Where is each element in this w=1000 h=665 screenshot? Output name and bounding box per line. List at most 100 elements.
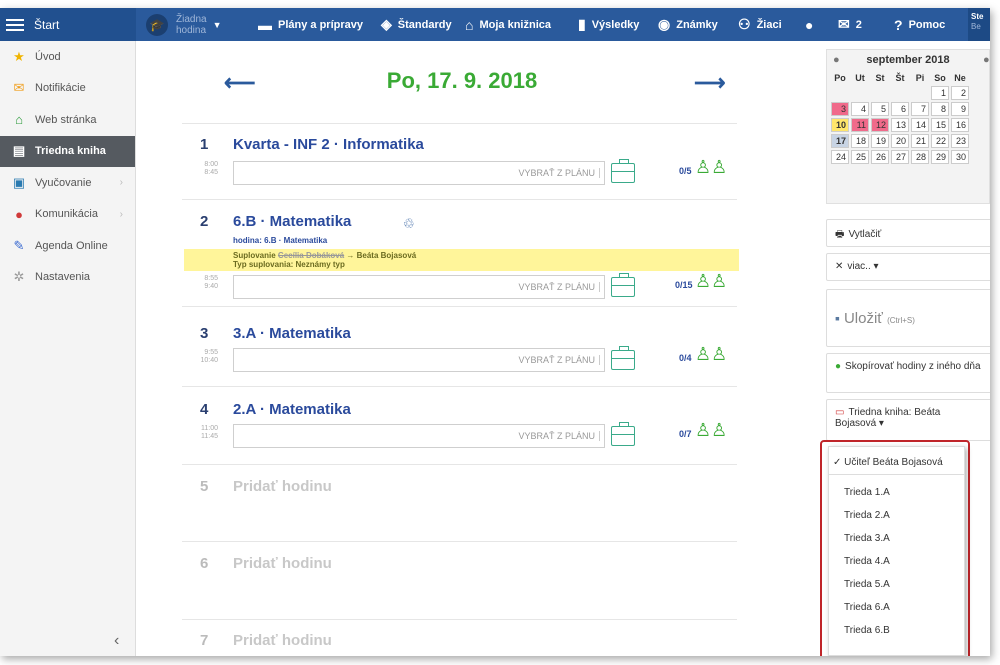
calendar-day[interactable]: 23	[951, 134, 969, 148]
calendar-day[interactable]: 6	[891, 102, 909, 116]
calendar-day[interactable]: 30	[951, 150, 969, 164]
calendar-day[interactable]: 16	[951, 118, 969, 132]
grade-icon: ◉	[658, 16, 671, 32]
calendar-day[interactable]: 29	[931, 150, 949, 164]
sidebar-item-notifikacie[interactable]: ✉ Notifikácie	[0, 73, 135, 105]
briefcase-icon[interactable]	[611, 273, 635, 297]
calendar-day[interactable]: 25	[851, 150, 869, 164]
dropdown-item[interactable]: Trieda 5.A	[829, 573, 964, 596]
start-menu-button[interactable]: Štart	[0, 8, 136, 41]
more-button[interactable]: ✕ viac.. ▾	[826, 253, 990, 281]
dropdown-item[interactable]: Trieda 3.A	[829, 527, 964, 550]
lesson-title[interactable]: 6.B · Matematika	[233, 213, 351, 230]
choose-from-plan-button[interactable]: VYBRAŤ Z PLÁNU	[518, 431, 600, 441]
add-lesson-row-7[interactable]: 7 Pridať hodinu	[182, 630, 737, 656]
calendar-day[interactable]: 11	[851, 118, 869, 132]
lesson-selector[interactable]: 🎓 Žiadna hodina ▼	[146, 8, 222, 41]
calendar-day[interactable]: 14	[911, 118, 929, 132]
copy-lessons-button[interactable]: ● Skopírovať hodiny z iného dňa	[826, 353, 990, 393]
choose-from-plan-button[interactable]: VYBRAŤ Z PLÁNU	[518, 355, 600, 365]
briefcase-icon[interactable]	[611, 159, 635, 183]
calendar-day[interactable]: 8	[931, 102, 949, 116]
hamburger-icon[interactable]	[6, 16, 24, 34]
lesson-topic-field[interactable]: VYBRAŤ Z PLÁNU	[233, 424, 605, 448]
calendar-day[interactable]: 27	[891, 150, 909, 164]
lesson-title[interactable]: 3.A · Matematika	[233, 325, 351, 342]
sidebar-item-nastavenia[interactable]: ✲ Nastavenia	[0, 262, 135, 294]
students-icon[interactable]: ♙♙	[695, 420, 727, 441]
sidebar-item-web[interactable]: ⌂ Web stránka	[0, 104, 135, 136]
lesson-label: Žiadna	[176, 13, 207, 25]
calendar-day[interactable]: 20	[891, 134, 909, 148]
calendar-day[interactable]: 1	[931, 86, 949, 100]
sidebar-item-uvod[interactable]: ★ Úvod	[0, 41, 135, 73]
sidebar-item-vyucovanie[interactable]: ▣ Vyučovanie ›	[0, 167, 135, 199]
calendar-day[interactable]: 15	[931, 118, 949, 132]
tools-icon: ✕	[835, 261, 844, 272]
print-button[interactable]: 🖶 Vytlačiť	[826, 219, 990, 247]
choose-from-plan-button[interactable]: VYBRAŤ Z PLÁNU	[518, 282, 600, 292]
nav-plans[interactable]: ▬ Plány a prípravy	[258, 8, 363, 41]
calendar-day[interactable]: 10	[831, 118, 849, 132]
calendar-day[interactable]: 22	[931, 134, 949, 148]
students-icon[interactable]: ♙♙	[695, 271, 727, 292]
calendar-day[interactable]: 21	[911, 134, 929, 148]
choose-from-plan-button[interactable]: VYBRAŤ Z PLÁNU	[518, 168, 600, 178]
nav-grades[interactable]: ◉ Známky	[658, 8, 718, 41]
help-button[interactable]: ? Pomoc	[894, 8, 945, 41]
calendar-day-selected[interactable]: 17	[831, 134, 849, 148]
add-lesson-row-5[interactable]: 5 Pridať hodinu	[182, 476, 737, 506]
collapse-sidebar-icon[interactable]: ‹	[114, 632, 119, 650]
lesson-title[interactable]: 2.A · Matematika	[233, 401, 351, 418]
dropdown-item[interactable]: Trieda 6.A	[829, 596, 964, 619]
calendar-day[interactable]: 18	[851, 134, 869, 148]
calendar-day[interactable]: 3	[831, 102, 849, 116]
more-label: viac.. ▾	[847, 261, 879, 272]
add-lesson-row-6[interactable]: 6 Pridať hodinu	[182, 553, 737, 583]
sidebar-item-triedna-kniha[interactable]: ▤ Triedna kniha	[0, 135, 135, 167]
add-lesson-label[interactable]: Pridať hodinu	[233, 555, 332, 572]
next-day-arrow-icon[interactable]: ⟶	[694, 70, 726, 96]
calendar-day[interactable]: 13	[891, 118, 909, 132]
calendar-day[interactable]: 2	[951, 86, 969, 100]
briefcase-icon[interactable]	[611, 346, 635, 370]
lesson-topic-field[interactable]: VYBRAŤ Z PLÁNU	[233, 348, 605, 372]
calendar-day[interactable]: 9	[951, 102, 969, 116]
calendar-day[interactable]: 12	[871, 118, 889, 132]
save-shortcut: (Ctrl+S)	[887, 316, 915, 325]
sidebar-item-komunikacia[interactable]: ● Komunikácia ›	[0, 199, 135, 231]
nav-standards[interactable]: ◈ Štandardy	[381, 8, 452, 41]
nav-students[interactable]: ⚇ Žiaci	[738, 8, 782, 41]
calendar-day[interactable]: 4	[851, 102, 869, 116]
save-button[interactable]: ▪ Uložiť (Ctrl+S)	[826, 289, 990, 347]
mail-button[interactable]: ✉ 2	[838, 8, 862, 41]
dropdown-item[interactable]: Trieda 1.A	[829, 481, 964, 504]
dropdown-item[interactable]: Trieda 6.B	[829, 619, 964, 642]
nav-library[interactable]: ⌂ Moja knižnica	[465, 8, 551, 41]
calendar-day[interactable]: 5	[871, 102, 889, 116]
dropdown-item[interactable]: Trieda 4.A	[829, 550, 964, 573]
class-book-selector[interactable]: ▭ Triedna kniha: Beáta Bojasová ▾	[826, 399, 990, 441]
lesson-topic-field[interactable]: VYBRAŤ Z PLÁNU	[233, 161, 605, 185]
lesson-topic-field[interactable]: VYBRAŤ Z PLÁNU	[233, 275, 605, 299]
lesson-title[interactable]: Kvarta - INF 2 · Informatika	[233, 136, 424, 153]
students-icon[interactable]: ♙♙	[695, 344, 727, 365]
calendar-day[interactable]: 24	[831, 150, 849, 164]
calendar-next-icon[interactable]: ●	[983, 50, 990, 70]
calendar-day[interactable]: 28	[911, 150, 929, 164]
dropdown-item[interactable]: Trieda 2.A	[829, 504, 964, 527]
nav-results[interactable]: ▮ Výsledky	[578, 8, 639, 41]
briefcase-icon[interactable]	[611, 422, 635, 446]
add-lesson-label[interactable]: Pridať hodinu	[233, 478, 332, 495]
sidebar-item-agenda[interactable]: ✎ Agenda Online	[0, 230, 135, 262]
user-menu[interactable]: Ste Be	[968, 8, 990, 41]
add-lesson-label[interactable]: Pridať hodinu	[233, 632, 332, 649]
calendar-day[interactable]: 19	[871, 134, 889, 148]
chat-button[interactable]: ●	[805, 8, 819, 41]
students-icon[interactable]: ♙♙	[695, 157, 727, 178]
calendar-day[interactable]: 26	[871, 150, 889, 164]
calendar-day[interactable]: 7	[911, 102, 929, 116]
calendar-prev-icon[interactable]: ●	[833, 50, 840, 70]
dropdown-item-selected[interactable]: ✓ Učiteľ Beáta Bojasová	[829, 447, 964, 475]
app-window: Štart 🎓 Žiadna hodina ▼ ▬ Plány a prípravy…	[0, 8, 990, 656]
